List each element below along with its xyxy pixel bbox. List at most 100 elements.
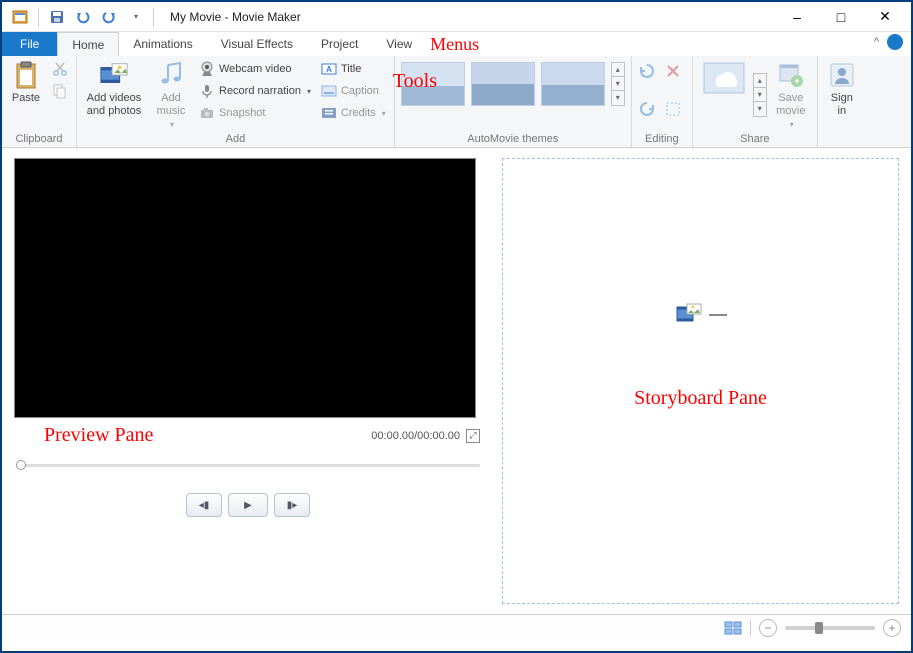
app-icon bbox=[12, 9, 28, 25]
quick-access-toolbar: ▾ bbox=[34, 6, 158, 28]
help-button[interactable]: ? bbox=[887, 34, 903, 50]
file-tab[interactable]: File bbox=[2, 32, 57, 56]
tab-visual-effects[interactable]: Visual Effects bbox=[207, 32, 307, 56]
clipboard-icon bbox=[11, 60, 41, 90]
next-frame-button[interactable]: ▮▸ bbox=[274, 493, 310, 517]
themes-gallery: Tools ▴ ▾ ▾ bbox=[399, 58, 627, 110]
gallery-scroll-up[interactable]: ▴ bbox=[612, 63, 624, 77]
copy-button[interactable] bbox=[48, 80, 72, 102]
preview-timecode: 00:00.00/00:00.00 bbox=[371, 430, 460, 442]
qat-customize[interactable]: ▾ bbox=[123, 6, 147, 28]
prev-frame-button[interactable]: ◂▮ bbox=[186, 493, 222, 517]
title-label: Title bbox=[341, 63, 361, 75]
webcam-icon bbox=[199, 61, 215, 77]
save-movie-button[interactable]: Save movie▾ bbox=[769, 58, 813, 131]
zoom-out-button[interactable]: − bbox=[759, 619, 777, 637]
group-share: ▴ ▾ ▾ Save movie▾ Share bbox=[693, 56, 818, 147]
scissors-icon bbox=[52, 61, 68, 77]
theme-thumbnail[interactable] bbox=[471, 62, 535, 106]
fullscreen-button[interactable]: ⤢ bbox=[466, 429, 480, 443]
webcam-label: Webcam video bbox=[219, 63, 292, 75]
credits-label: Credits bbox=[341, 107, 376, 119]
gallery-scroll-down[interactable]: ▾ bbox=[612, 77, 624, 91]
group-signin: Sign in bbox=[818, 56, 866, 147]
film-save-icon bbox=[776, 60, 806, 90]
ribbon-tab-strip: File Home Animations Visual Effects Proj… bbox=[2, 32, 911, 56]
record-narration-button[interactable]: Record narration▾ bbox=[195, 80, 315, 102]
camera-icon bbox=[199, 105, 215, 121]
snapshot-button[interactable]: Snapshot bbox=[195, 102, 315, 124]
close-button[interactable]: ✕ bbox=[863, 3, 907, 31]
webcam-video-button[interactable]: Webcam video bbox=[195, 58, 315, 80]
snapshot-label: Snapshot bbox=[219, 107, 265, 119]
group-label: Share bbox=[697, 131, 813, 147]
chevron-down-icon: ▾ bbox=[170, 120, 174, 129]
ribbon: Paste Clipboard Add videos and photos Ad… bbox=[2, 56, 911, 148]
rotate-left-button[interactable] bbox=[636, 60, 658, 82]
select-all-button[interactable] bbox=[662, 98, 684, 120]
cloud-icon bbox=[702, 60, 746, 100]
window-title: My Movie - Movie Maker bbox=[170, 10, 301, 24]
tab-view[interactable]: View bbox=[372, 32, 426, 56]
collapse-ribbon-button[interactable]: ^ bbox=[874, 36, 879, 48]
separator bbox=[153, 8, 154, 26]
zoom-in-button[interactable]: + bbox=[883, 619, 901, 637]
cut-button[interactable] bbox=[48, 58, 72, 80]
group-add: Add videos and photos Add music ▾ Webcam … bbox=[77, 56, 395, 147]
caption-button[interactable]: Caption bbox=[317, 80, 390, 102]
gallery-expand[interactable]: ▾ bbox=[612, 91, 624, 105]
rotate-left-icon bbox=[638, 61, 656, 81]
credits-icon bbox=[321, 105, 337, 121]
title-slide-icon: A bbox=[321, 61, 337, 77]
gallery-scroll-up[interactable]: ▴ bbox=[754, 74, 766, 88]
seek-thumb[interactable] bbox=[16, 460, 26, 470]
credits-button[interactable]: Credits ▾ bbox=[317, 102, 390, 124]
gallery-scroll: ▴ ▾ ▾ bbox=[611, 62, 625, 106]
minimize-button[interactable]: – bbox=[775, 3, 819, 31]
thumbnail-view-button[interactable] bbox=[724, 620, 742, 636]
caption-icon bbox=[321, 83, 337, 99]
preview-pane: Preview Pane 00:00.00/00:00.00 ⤢ ◂▮ ▶ ▮▸ bbox=[14, 158, 482, 604]
rotate-right-button[interactable] bbox=[636, 98, 658, 120]
annotation-storyboard: Storyboard Pane bbox=[634, 387, 767, 410]
seek-slider[interactable] bbox=[16, 459, 480, 471]
add-videos-label: Add videos and photos bbox=[87, 92, 141, 118]
zoom-slider[interactable] bbox=[785, 626, 875, 630]
paste-button[interactable]: Paste bbox=[6, 58, 46, 106]
redo-button[interactable] bbox=[97, 6, 121, 28]
title-button[interactable]: A Title bbox=[317, 58, 390, 80]
copy-icon bbox=[52, 83, 68, 99]
add-music-label: Add music bbox=[157, 92, 186, 118]
storyboard-pane[interactable]: Storyboard Pane bbox=[502, 158, 899, 604]
chevron-down-icon: ▾ bbox=[382, 109, 386, 118]
annotation-menus: Menus bbox=[430, 34, 479, 55]
title-bar: ▾ My Movie - Movie Maker – □ ✕ bbox=[2, 2, 911, 32]
tab-project[interactable]: Project bbox=[307, 32, 372, 56]
add-videos-photos-button[interactable]: Add videos and photos bbox=[81, 58, 147, 120]
status-bar: − + bbox=[2, 614, 911, 640]
separator bbox=[38, 8, 39, 26]
chevron-down-icon: ▾ bbox=[790, 120, 794, 129]
preview-video[interactable] bbox=[14, 158, 476, 418]
tab-animations[interactable]: Animations bbox=[119, 32, 206, 56]
zoom-thumb[interactable] bbox=[815, 622, 823, 634]
gallery-scroll-down[interactable]: ▾ bbox=[754, 88, 766, 102]
music-note-icon bbox=[156, 60, 186, 90]
placeholder-line bbox=[709, 314, 727, 316]
filmstrip-icon bbox=[99, 60, 129, 90]
maximize-button[interactable]: □ bbox=[819, 3, 863, 31]
theme-thumbnail[interactable] bbox=[401, 62, 465, 106]
group-label: AutoMovie themes bbox=[399, 131, 627, 147]
save-button[interactable] bbox=[45, 6, 69, 28]
delete-button[interactable] bbox=[662, 60, 684, 82]
sign-in-button[interactable]: Sign in bbox=[822, 58, 862, 120]
undo-button[interactable] bbox=[71, 6, 95, 28]
add-music-button[interactable]: Add music ▾ bbox=[149, 58, 193, 131]
theme-thumbnail[interactable] bbox=[541, 62, 605, 106]
select-all-icon bbox=[664, 99, 682, 119]
share-cloud-button[interactable] bbox=[697, 58, 751, 102]
gallery-expand[interactable]: ▾ bbox=[754, 102, 766, 116]
tab-home[interactable]: Home bbox=[57, 32, 119, 56]
play-button[interactable]: ▶ bbox=[228, 493, 268, 517]
group-label: Clipboard bbox=[6, 131, 72, 147]
